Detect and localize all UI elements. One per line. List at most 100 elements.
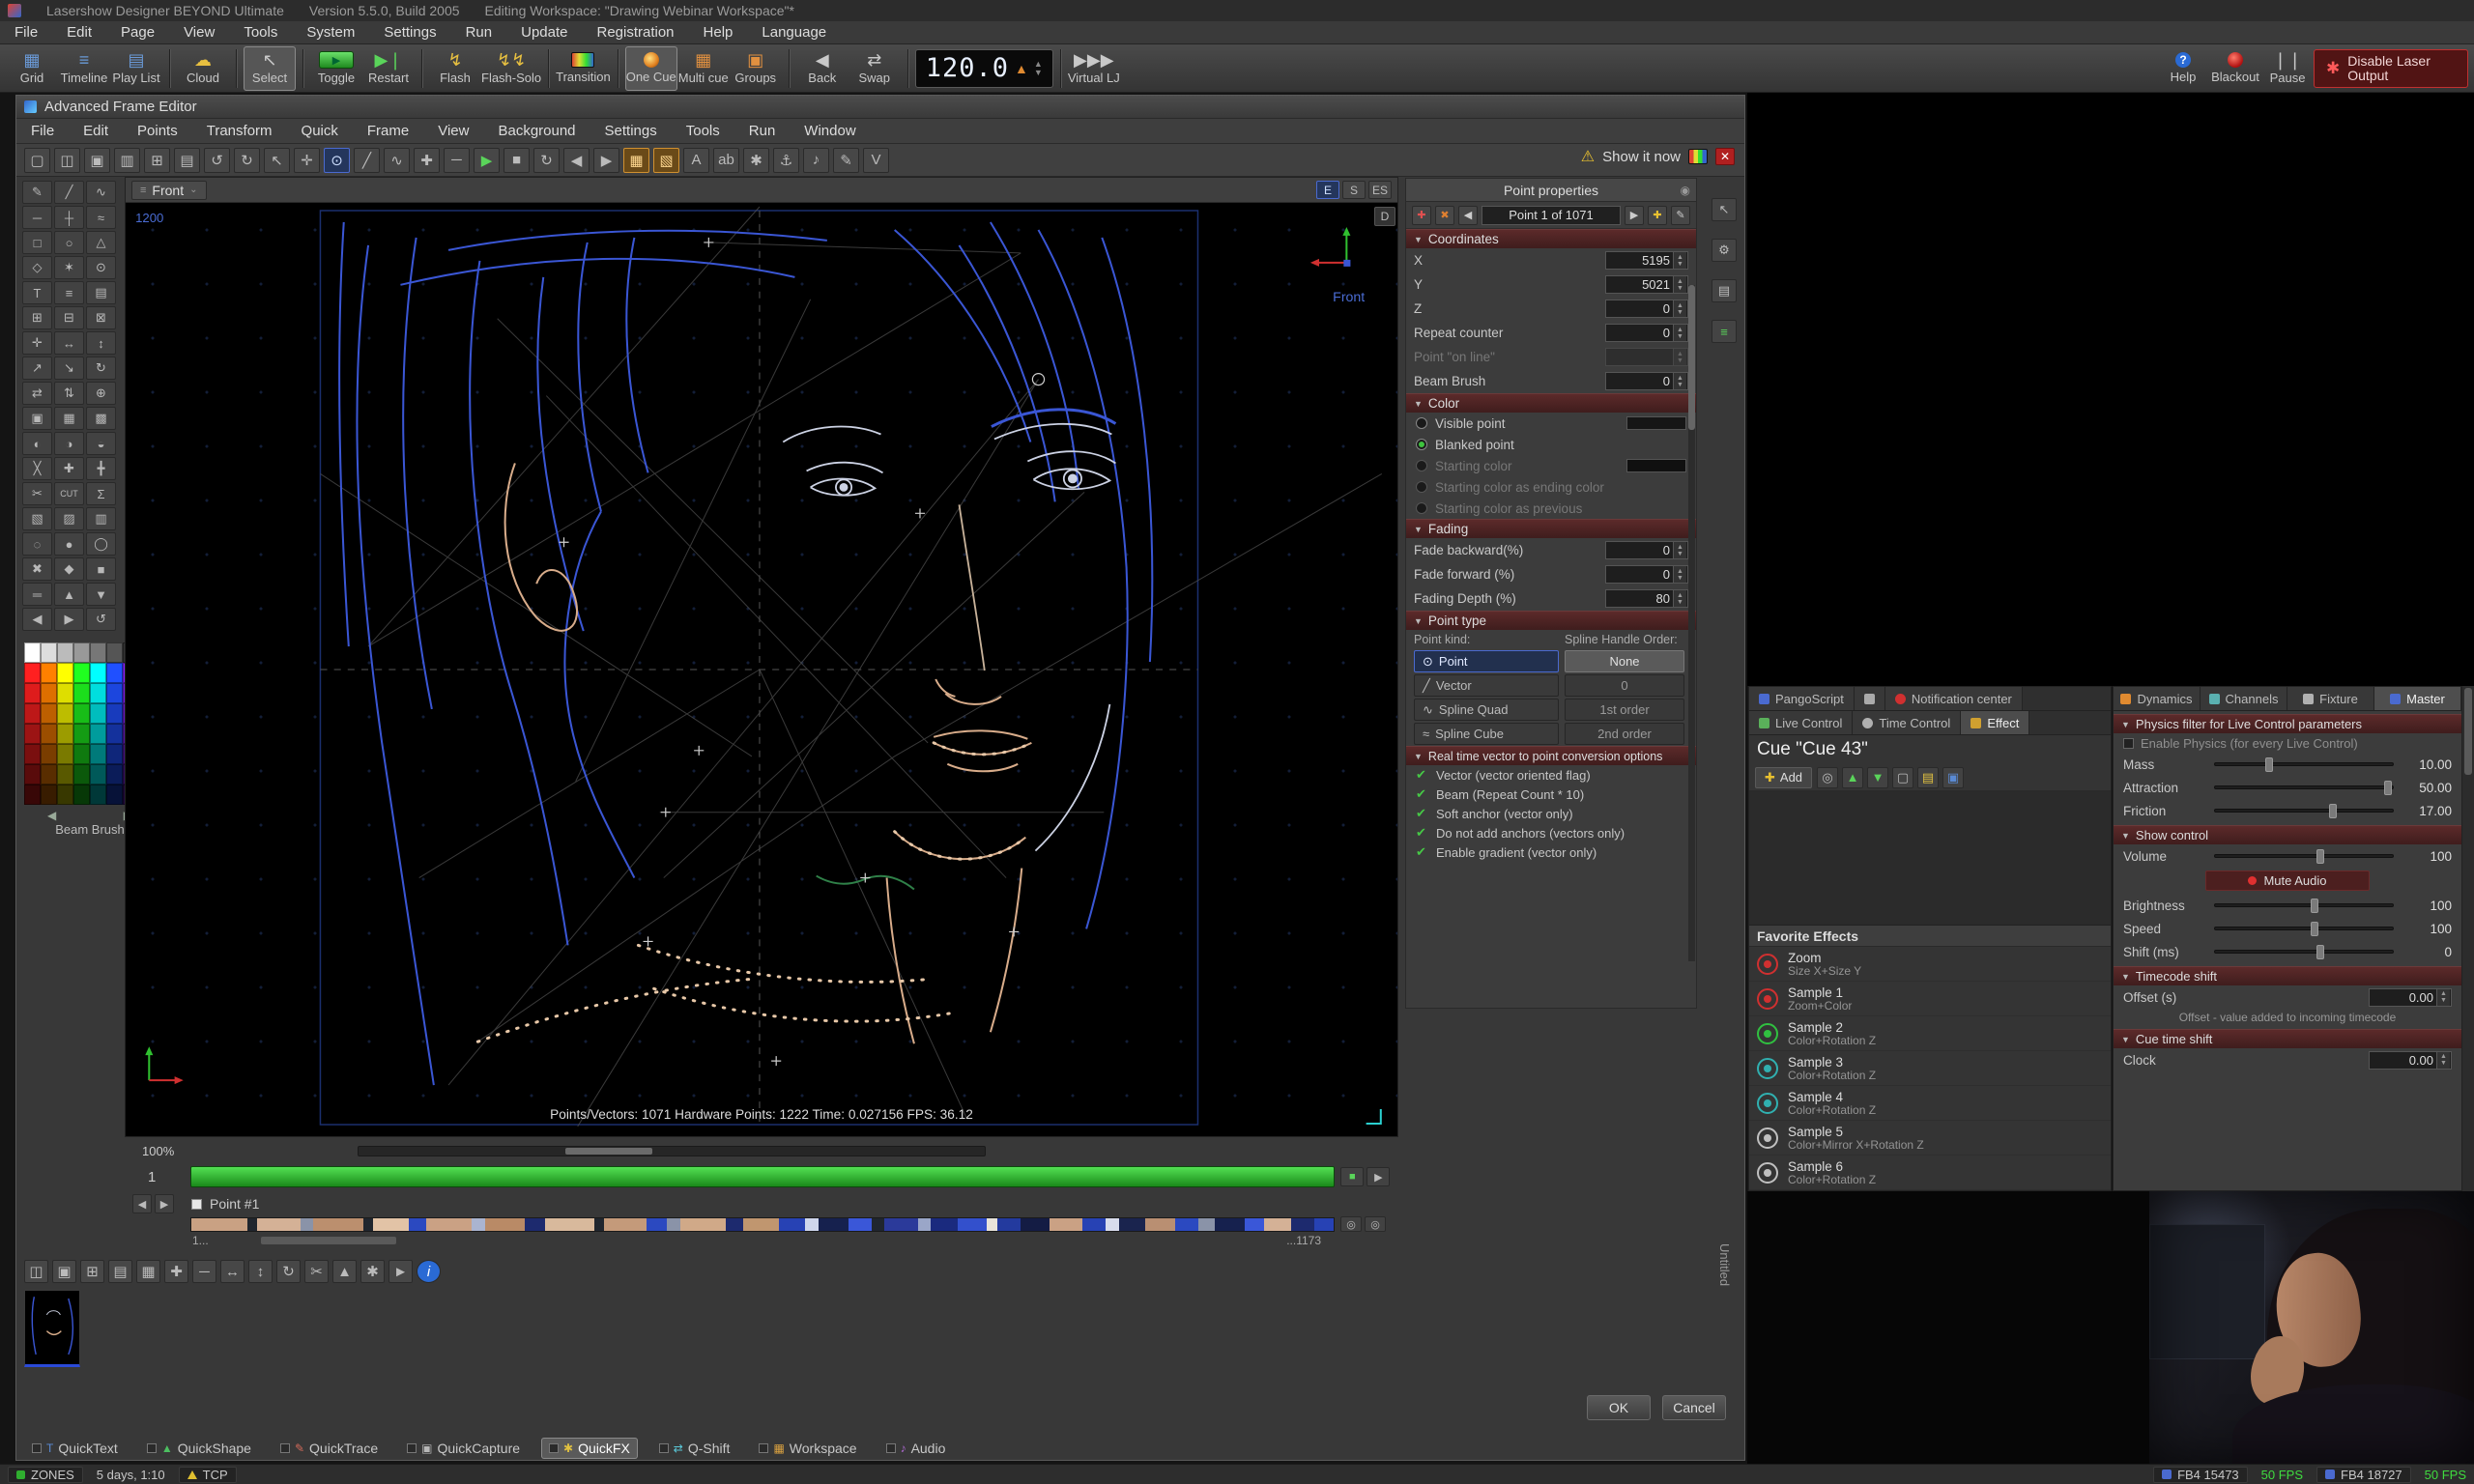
coordinates-section-header[interactable]: ▼Coordinates xyxy=(1406,229,1696,248)
line-tool[interactable]: ╱ xyxy=(54,181,84,204)
palette-color[interactable] xyxy=(57,683,73,703)
select-button[interactable]: ↖Select xyxy=(244,46,296,91)
menu-view[interactable]: View xyxy=(169,21,229,44)
palette-color[interactable] xyxy=(106,724,123,744)
view-selector[interactable]: ≡ Front ⌄ xyxy=(131,181,207,200)
drawing-area[interactable]: D xyxy=(126,203,1397,1136)
timecode-section-header[interactable]: ▼Timecode shift xyxy=(2114,966,2461,985)
kind-spline-quad[interactable]: ∿Spline Quad xyxy=(1414,699,1559,721)
fb4-device-2[interactable]: FB4 18727 xyxy=(2316,1467,2411,1483)
kind-vector[interactable]: ╱Vector xyxy=(1414,674,1559,697)
y-field[interactable]: 5021▲▼ xyxy=(1605,275,1688,294)
palette-color[interactable] xyxy=(73,683,90,703)
menu-page[interactable]: Page xyxy=(106,21,169,44)
next-point-icon[interactable]: ▶ xyxy=(1625,206,1644,225)
attraction-slider[interactable] xyxy=(2214,785,2394,789)
cut-icon[interactable]: ✂ xyxy=(304,1260,329,1283)
arrow-se-tool[interactable]: ↘ xyxy=(54,357,84,380)
track-color-box[interactable] xyxy=(191,1199,202,1210)
palette-color[interactable] xyxy=(24,724,41,744)
palette-color[interactable] xyxy=(90,785,106,805)
play-icon[interactable]: ▶ xyxy=(474,148,500,173)
list-icon[interactable]: ≡ xyxy=(1712,320,1737,343)
curve-tool[interactable]: ∿ xyxy=(86,181,116,204)
palette-color[interactable] xyxy=(106,703,123,724)
afe-titlebar[interactable]: Advanced Frame Editor xyxy=(16,96,1744,119)
palette-color[interactable] xyxy=(90,724,106,744)
point-mode-icon[interactable]: ⊙ xyxy=(324,148,350,173)
half-right-tool[interactable]: ◑ xyxy=(54,432,84,455)
pen-icon[interactable]: ✎ xyxy=(833,148,859,173)
cancel-button[interactable]: Cancel xyxy=(1662,1395,1726,1420)
effect-item-zoom[interactable]: ZoomSize X+Size Y xyxy=(1749,947,2111,982)
color-swatch[interactable] xyxy=(1626,459,1686,472)
point-type-section-header[interactable]: ▼Point type xyxy=(1406,611,1696,630)
order-0[interactable]: 0 xyxy=(1565,674,1684,697)
blanked-point-option[interactable]: Blanked point xyxy=(1406,434,1696,455)
down-icon[interactable]: ▼ xyxy=(1867,767,1888,788)
enable-gradient-vector-only-checkbox[interactable]: ✔Enable gradient (vector only) xyxy=(1406,842,1696,862)
afe-menu-window[interactable]: Window xyxy=(790,120,870,143)
palette-color[interactable] xyxy=(90,703,106,724)
beam-repeat-count-10-checkbox[interactable]: ✔Beam (Repeat Count * 10) xyxy=(1406,785,1696,804)
color-swatch[interactable] xyxy=(1626,416,1686,430)
repeat-counter-field[interactable]: 0▲▼ xyxy=(1605,324,1688,342)
vselect-icon[interactable]: V xyxy=(863,148,889,173)
wrench-icon[interactable]: ⚙ xyxy=(1712,239,1737,262)
remove-icon[interactable]: ─ xyxy=(444,148,470,173)
view-button-e[interactable]: E xyxy=(1316,181,1339,199)
triangle-tool[interactable]: △ xyxy=(86,231,116,254)
dot-tool[interactable]: ● xyxy=(54,532,84,556)
vlines-tool[interactable]: ▥ xyxy=(86,507,116,530)
fade-forward-field[interactable]: 0▲▼ xyxy=(1605,565,1688,584)
soft-anchor-vector-only-checkbox[interactable]: ✔Soft anchor (vector only) xyxy=(1406,804,1696,823)
palette-color[interactable] xyxy=(24,764,41,785)
star-tool[interactable]: ✶ xyxy=(54,256,84,279)
grid-minus-tool[interactable]: ⊟ xyxy=(54,306,84,329)
palette-color[interactable] xyxy=(90,764,106,785)
zoom-in-strip-icon[interactable]: ◎ xyxy=(1340,1216,1362,1232)
ellipse-tool[interactable]: ○ xyxy=(54,231,84,254)
friction-slider[interactable] xyxy=(2214,809,2394,813)
insert-point-icon[interactable]: ✚ xyxy=(1648,206,1667,225)
tab-checkbox[interactable] xyxy=(280,1443,290,1453)
effect-item-sample-5[interactable]: Sample 5Color+Mirror X+Rotation Z xyxy=(1749,1121,2111,1156)
half-bottom-tool[interactable]: ◒ xyxy=(86,432,116,455)
menu-tools[interactable]: Tools xyxy=(229,21,292,44)
palette-color[interactable] xyxy=(57,642,73,663)
flash-solo-button[interactable]: ↯↯Flash-Solo xyxy=(481,46,541,91)
frame-thumbnail[interactable] xyxy=(24,1290,80,1367)
palette-color[interactable] xyxy=(106,642,123,663)
tab-workspace[interactable]: ▦Workspace xyxy=(751,1438,864,1459)
doc-icon[interactable]: ▢ xyxy=(1892,767,1913,788)
canvas-hscrollbar[interactable] xyxy=(358,1146,986,1156)
fading-section-header[interactable]: ▼Fading xyxy=(1406,519,1696,538)
afe-menu-background[interactable]: Background xyxy=(483,120,590,143)
afe-menu-points[interactable]: Points xyxy=(123,120,192,143)
snap-toggle-icon[interactable]: ▧ xyxy=(653,148,679,173)
grid-toggle-icon[interactable]: ▦ xyxy=(623,148,649,173)
line-mode-icon[interactable]: ╱ xyxy=(354,148,380,173)
left-tool[interactable]: ◀ xyxy=(22,608,52,631)
timeline-play-button[interactable]: ▶ xyxy=(1366,1167,1390,1186)
anchor-icon[interactable]: ⚓ xyxy=(773,148,799,173)
starting-color-as-ending-color-option[interactable]: Starting color as ending color xyxy=(1406,476,1696,498)
dotted-circle-tool[interactable]: ◌ xyxy=(22,532,52,556)
palette-color[interactable] xyxy=(106,663,123,683)
palette-color[interactable] xyxy=(106,785,123,805)
diag1-tool[interactable]: ▧ xyxy=(22,507,52,530)
visible-point-option[interactable]: Visible point xyxy=(1406,413,1696,434)
starting-color-option[interactable]: Starting color xyxy=(1406,455,1696,476)
big-circle-tool[interactable]: ◯ xyxy=(86,532,116,556)
palette-color[interactable] xyxy=(73,724,90,744)
afe-menu-file[interactable]: File xyxy=(16,120,69,143)
z-field[interactable]: 0▲▼ xyxy=(1605,300,1688,318)
edit-point-icon[interactable]: ✎ xyxy=(1671,206,1690,225)
grid-tool[interactable]: ⊞ xyxy=(22,306,52,329)
palette-color[interactable] xyxy=(24,703,41,724)
afe-menu-settings[interactable]: Settings xyxy=(590,120,672,143)
slider-thumb[interactable] xyxy=(2265,757,2273,772)
slider-thumb[interactable] xyxy=(2329,804,2337,818)
spinner-arrows[interactable]: ▲▼ xyxy=(1673,325,1686,341)
zones-indicator[interactable]: ZONES xyxy=(8,1467,83,1483)
